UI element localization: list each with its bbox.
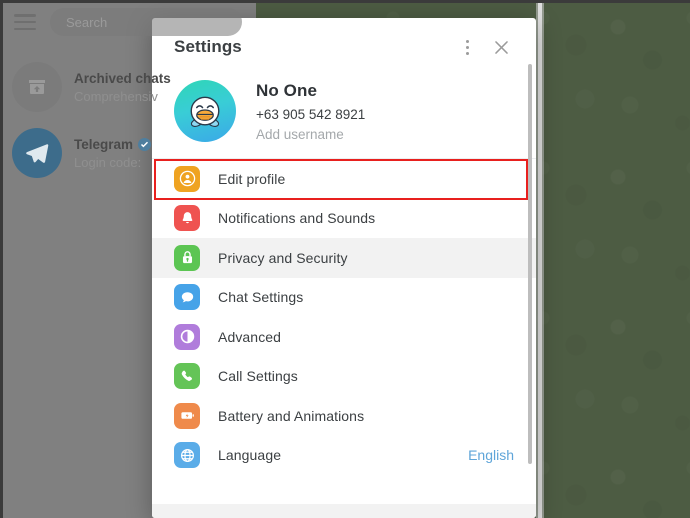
list-item-text: Telegram Login code:	[74, 136, 152, 170]
menu-item-label: Battery and Animations	[218, 407, 365, 424]
add-username-link[interactable]: Add username	[256, 127, 365, 142]
list-item-subtitle: Login code:	[74, 154, 142, 170]
menu-item-call-settings[interactable]: Call Settings	[152, 357, 536, 397]
list-item-title: Archived chats	[74, 70, 171, 86]
contrast-icon	[174, 323, 200, 350]
app-root: aging Search Archived chats Comprehensiv	[0, 0, 690, 518]
archive-icon	[12, 62, 62, 112]
chat-list: Archived chats Comprehensiv Telegram Log…	[0, 44, 256, 186]
search-input[interactable]: Search	[50, 8, 242, 36]
profile-name: No One	[256, 80, 318, 100]
lock-icon	[174, 244, 200, 271]
list-item[interactable]: Telegram Login code:	[0, 120, 256, 186]
dialog-footer	[152, 504, 536, 518]
list-item-subtitle: Comprehensiv	[74, 88, 158, 104]
menu-item-label: Advanced	[218, 328, 282, 345]
menu-item-label: Language	[218, 447, 282, 464]
list-item-text: Archived chats Comprehensiv	[74, 71, 171, 104]
profile-text: No One +63 905 542 8921 Add username	[256, 81, 365, 142]
telegram-icon	[12, 128, 62, 178]
close-icon[interactable]	[484, 30, 518, 64]
sidebar-header: Search	[0, 0, 256, 44]
menu-item-advanced[interactable]: Advanced	[152, 317, 536, 357]
battery-icon	[174, 402, 200, 429]
chat-bubble-icon	[174, 284, 200, 311]
menu-item-label: Call Settings	[218, 368, 298, 385]
menu-item-label: Edit profile	[218, 170, 286, 187]
profile-phone: +63 905 542 8921	[256, 106, 366, 122]
menu-item-language[interactable]: Language English	[152, 436, 536, 476]
list-item-title: Telegram	[74, 136, 152, 152]
list-item-title-text: Telegram	[74, 136, 134, 152]
window-scrollbar[interactable]	[536, 0, 544, 518]
settings-menu: Edit profile Notifications and Sounds Pr…	[152, 159, 536, 475]
menu-item-battery-and-animations[interactable]: Battery and Animations	[152, 396, 536, 436]
hamburger-icon[interactable]	[14, 14, 36, 30]
dialog-scrollbar[interactable]	[528, 64, 532, 464]
bell-icon	[174, 205, 200, 232]
verified-badge-icon	[138, 137, 152, 151]
menu-item-notifications-and-sounds[interactable]: Notifications and Sounds	[152, 199, 536, 239]
phone-icon	[174, 363, 200, 390]
list-item[interactable]: Archived chats Comprehensiv	[0, 54, 256, 120]
menu-item-label: Chat Settings	[218, 289, 304, 306]
menu-item-chat-settings[interactable]: Chat Settings	[152, 278, 536, 318]
menu-item-label: Notifications and Sounds	[218, 210, 376, 227]
globe-icon	[174, 442, 200, 469]
three-dots-vertical-icon[interactable]	[450, 30, 484, 64]
menu-item-value: English	[468, 447, 514, 464]
menu-item-privacy-and-security[interactable]: Privacy and Security	[152, 238, 536, 278]
menu-item-label: Privacy and Security	[218, 249, 348, 266]
